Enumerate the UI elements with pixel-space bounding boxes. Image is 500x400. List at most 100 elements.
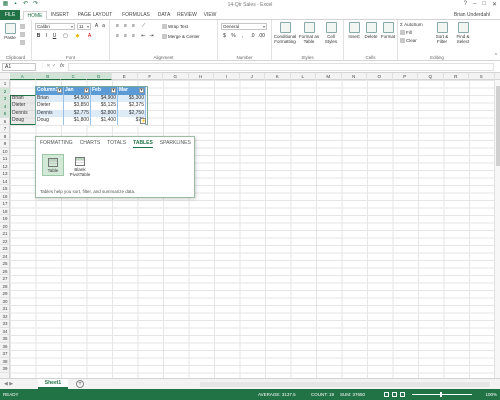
close-icon[interactable]: ✕ (492, 1, 497, 8)
column-header-q[interactable]: Q (418, 73, 444, 80)
borders-icon[interactable]: ▢ (62, 33, 69, 40)
find-select-button[interactable]: Find & Select (453, 22, 473, 44)
minimize-icon[interactable]: – (473, 1, 476, 8)
worksheet-grid[interactable]: ABCDEFGHIJKLMNOPQRS 1 2 3 4 5 6 7 8 9 10 11 12 13 14 1… (0, 73, 500, 378)
row-header-16[interactable]: 16 (0, 193, 10, 200)
wrap-text-button[interactable]: Wrap Text (162, 24, 188, 30)
row-header-36[interactable]: 36 (0, 343, 10, 350)
table-cell[interactable]: $4,500 (64, 94, 91, 102)
tab-data[interactable]: DATA (155, 11, 173, 20)
table-header-cell[interactable]: Feb ▾ (91, 87, 118, 95)
bold-button[interactable]: B (35, 33, 42, 40)
horizontal-scrollbar[interactable] (200, 382, 490, 387)
table-cell[interactable]: Dieter (36, 102, 64, 110)
name-box[interactable]: A1 (2, 63, 36, 71)
row-header-39[interactable]: 39 (0, 365, 10, 373)
sheet-nav-icons[interactable]: ◀ ▶ (4, 381, 13, 387)
column-header-m[interactable]: M (316, 73, 342, 80)
qa-tab-formatting[interactable]: FORMATTING (40, 140, 73, 148)
row-header-24[interactable]: 24 (0, 253, 10, 260)
row-header-10[interactable]: 10 (0, 148, 10, 155)
row-header-30[interactable]: 30 (0, 298, 10, 305)
align-right-icon[interactable]: ≡ (130, 33, 137, 40)
table-cell[interactable]: $2,750 (118, 109, 146, 117)
table-cell[interactable]: $5,125 (91, 102, 118, 110)
decrease-font-icon[interactable]: a (100, 23, 107, 30)
zoom-slider[interactable] (412, 392, 472, 397)
cell-a2[interactable]: Brian (11, 95, 25, 103)
copy-icon[interactable] (20, 32, 25, 37)
increase-font-icon[interactable]: A (93, 23, 100, 30)
align-bottom-icon[interactable]: ≡ (130, 23, 137, 30)
table-cell[interactable]: Doug (36, 117, 64, 125)
qa-tab-tables[interactable]: TABLES (133, 140, 153, 148)
row-header-18[interactable]: 18 (0, 208, 10, 215)
row-header-22[interactable]: 22 (0, 238, 10, 245)
increase-decimal-icon[interactable]: .0 (249, 33, 256, 40)
formula-input[interactable] (68, 63, 494, 71)
comma-icon[interactable]: , (239, 33, 246, 40)
row-header-5[interactable]: 5 (0, 110, 10, 118)
orientation-icon[interactable]: ⟋ (140, 23, 147, 30)
table-cell[interactable]: $2,375 (118, 102, 146, 110)
add-sheet-icon[interactable]: + (76, 380, 84, 388)
row-header-17[interactable]: 17 (0, 200, 10, 208)
fill-button[interactable]: Fill (400, 30, 412, 36)
underline-button[interactable]: U (51, 33, 58, 40)
row-header-13[interactable]: 13 (0, 170, 10, 178)
increase-indent-icon[interactable]: ⇥ (148, 33, 155, 40)
qa-tab-sparklines[interactable]: SPARKLINES (160, 140, 191, 148)
column-header-e[interactable]: E (112, 73, 138, 80)
tab-view[interactable]: VIEW (201, 11, 219, 20)
row-header-29[interactable]: 29 (0, 290, 10, 298)
table-header-cell[interactable]: Column1 ▾ (36, 87, 64, 95)
currency-icon[interactable]: $ (221, 33, 228, 40)
table-cell[interactable]: $4,900 (91, 94, 118, 102)
table-cell[interactable]: $1,800 (64, 117, 91, 125)
format-cells-button[interactable]: Format (380, 22, 396, 39)
zoom-slider-knob[interactable] (440, 392, 442, 397)
function-icon[interactable]: fx (60, 63, 64, 69)
table-cell[interactable]: $2,800 (91, 109, 118, 117)
column-header-k[interactable]: K (265, 73, 291, 80)
table-cell[interactable]: $3,850 (64, 102, 91, 110)
align-center-icon[interactable]: ≡ (122, 33, 129, 40)
column-header-d[interactable]: D (86, 73, 112, 80)
decrease-indent-icon[interactable]: ⇤ (140, 33, 147, 40)
row-header-12[interactable]: 12 (0, 163, 10, 170)
column-header-h[interactable]: H (189, 73, 214, 80)
tab-page-layout[interactable]: PAGE LAYOUT (73, 11, 117, 20)
cut-icon[interactable] (20, 24, 25, 29)
column-header-p[interactable]: P (393, 73, 418, 80)
percent-icon[interactable]: % (230, 33, 237, 40)
cell-a3[interactable]: Dieter (11, 102, 26, 110)
sheet-tab[interactable]: Sheet1 (38, 379, 68, 389)
row-header-3[interactable]: 3 (0, 95, 10, 103)
row-header-31[interactable]: 31 (0, 305, 10, 313)
column-header-o[interactable]: O (367, 73, 393, 80)
tab-home[interactable]: HOME (23, 11, 47, 20)
table-cell[interactable]: Dennis (36, 109, 64, 117)
font-name-select[interactable]: Calibri ▾ (35, 23, 75, 30)
row-header-26[interactable]: 26 (0, 268, 10, 275)
row-header-35[interactable]: 35 (0, 335, 10, 343)
tab-review[interactable]: REVIEW (175, 11, 199, 20)
merge-center-button[interactable]: Merge & Center (162, 34, 200, 40)
row-header-1[interactable]: 1 (0, 80, 10, 88)
format-as-table-button[interactable]: Format as Table (298, 22, 320, 44)
sort-filter-button[interactable]: Sort & Filter (432, 22, 452, 44)
filter-dropdown-icon[interactable]: ▾ (139, 88, 144, 93)
row-header-25[interactable]: 25 (0, 260, 10, 268)
vertical-scrollbar[interactable] (494, 80, 500, 378)
row-header-32[interactable]: 32 (0, 313, 10, 320)
filter-dropdown-icon[interactable]: ▾ (84, 88, 89, 93)
column-header-f[interactable]: F (138, 73, 163, 80)
collapse-ribbon-icon[interactable]: ^ (495, 53, 497, 59)
page-layout-view-icon[interactable] (392, 392, 397, 397)
column-header-n[interactable]: N (342, 73, 367, 80)
column-header-i[interactable]: I (214, 73, 240, 80)
decrease-decimal-icon[interactable]: .00 (258, 33, 265, 40)
tab-file[interactable]: FILE (0, 10, 20, 20)
row-header-33[interactable]: 33 (0, 320, 10, 328)
cell-a4[interactable]: Dennis (11, 110, 29, 118)
